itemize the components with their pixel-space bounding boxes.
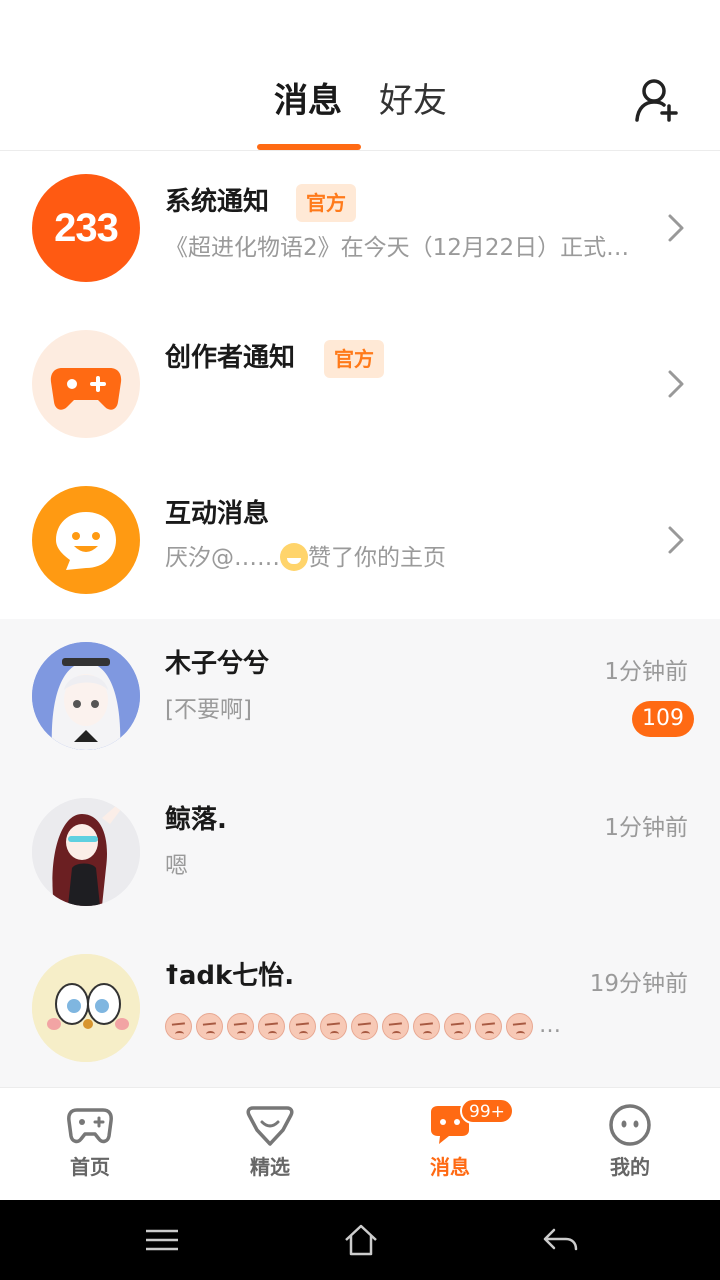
angry-face-emoji	[258, 1012, 285, 1040]
contact-name: 鲸落.	[165, 805, 227, 835]
conversation-item[interactable]: 木子兮兮 [不要啊] 1分钟前 109	[0, 619, 720, 775]
message-time: 1分钟前	[604, 815, 688, 841]
system-avatar: 233	[32, 174, 140, 282]
nav-messages[interactable]: 99+ 消息	[360, 1088, 540, 1201]
official-badge: 官方	[296, 184, 356, 222]
message-ellipsis: …	[539, 1013, 561, 1038]
official-badge: 官方	[324, 340, 384, 378]
row-title: 系统通知	[165, 187, 270, 217]
contact-name: 木子兮兮	[165, 649, 270, 679]
grin-emoji-icon	[280, 543, 308, 571]
angry-face-emoji	[382, 1012, 409, 1040]
subtitle-suffix: 赞了你的主页	[308, 545, 446, 571]
bottom-nav: 首页 精选 99+ 消息 我的	[0, 1087, 720, 1200]
chat-bubble-icon	[56, 512, 116, 570]
chevron-right-icon	[668, 214, 684, 242]
add-person-icon[interactable]	[633, 76, 681, 124]
message-time: 19分钟前	[589, 971, 688, 997]
message-time: 1分钟前	[604, 659, 688, 685]
angry-face-emoji	[320, 1012, 347, 1040]
list-item-interaction[interactable]: 互动消息 厌汐@…… 赞了你的主页	[0, 463, 720, 619]
emoji-message: …	[165, 1011, 561, 1041]
row-title: 创作者通知	[165, 343, 296, 373]
gamepad-icon	[50, 368, 122, 410]
face-icon	[609, 1104, 651, 1146]
nav-label: 我的	[610, 1155, 650, 1179]
angry-face-emoji	[413, 1012, 440, 1040]
interaction-avatar	[32, 486, 140, 594]
subtitle-prefix: 厌汐@……	[165, 545, 280, 571]
nav-featured[interactable]: 精选	[180, 1088, 360, 1201]
angry-face-emoji	[196, 1012, 223, 1040]
tab-indicator	[257, 144, 361, 150]
tab-friends[interactable]: 好友	[379, 78, 447, 124]
nav-label: 消息	[430, 1155, 470, 1179]
back-icon[interactable]	[540, 1220, 580, 1260]
avatar-image	[32, 798, 140, 906]
row-subtitle: 《超进化物语2》在今天（12月22日）正式…	[165, 235, 630, 261]
nav-home[interactable]: 首页	[0, 1088, 180, 1201]
home-icon[interactable]	[341, 1220, 381, 1260]
last-message: 嗯	[165, 853, 188, 879]
tab-messages[interactable]: 消息	[274, 78, 342, 124]
avatar-image	[32, 954, 140, 1062]
angry-face-emoji	[351, 1012, 378, 1040]
conversation-item[interactable]: 鲸落. 嗯 1分钟前	[0, 775, 720, 931]
list-item-system-notice[interactable]: 233 系统通知 官方 《超进化物语2》在今天（12月22日）正式…	[0, 151, 720, 307]
angry-face-emoji	[165, 1012, 192, 1040]
system-avatar-text: 233	[54, 206, 119, 250]
conversation-item[interactable]: ꝉadk七怡. … 19分钟前	[0, 931, 720, 1087]
nav-badge: 99+	[460, 1098, 514, 1124]
heart-chat-icon	[246, 1106, 294, 1146]
list-item-creator-notice[interactable]: 创作者通知 官方	[0, 307, 720, 463]
row-subtitle: 厌汐@…… 赞了你的主页	[165, 541, 446, 575]
chevron-right-icon	[668, 370, 684, 398]
angry-face-emoji	[444, 1012, 471, 1040]
angry-face-emoji	[289, 1012, 316, 1040]
contact-name: ꝉadk七怡.	[165, 961, 295, 991]
angry-face-emoji	[475, 1012, 502, 1040]
avatar-image	[32, 642, 140, 750]
angry-face-emoji	[227, 1012, 254, 1040]
menu-icon[interactable]	[142, 1220, 182, 1260]
chevron-right-icon	[668, 526, 684, 554]
creator-avatar	[32, 330, 140, 438]
gamepad-icon	[67, 1108, 113, 1144]
nav-mine[interactable]: 我的	[540, 1088, 720, 1201]
row-title: 互动消息	[165, 499, 270, 529]
user-avatar[interactable]	[32, 798, 140, 906]
user-avatar[interactable]	[32, 954, 140, 1062]
unread-count-badge: 109	[632, 701, 694, 737]
last-message: [不要啊]	[165, 697, 252, 723]
top-header: 消息 好友	[0, 0, 720, 151]
user-avatar[interactable]	[32, 642, 140, 750]
angry-face-emoji	[506, 1012, 533, 1040]
system-nav-bar	[0, 1200, 720, 1280]
nav-label: 首页	[70, 1155, 110, 1179]
nav-label: 精选	[250, 1155, 290, 1179]
